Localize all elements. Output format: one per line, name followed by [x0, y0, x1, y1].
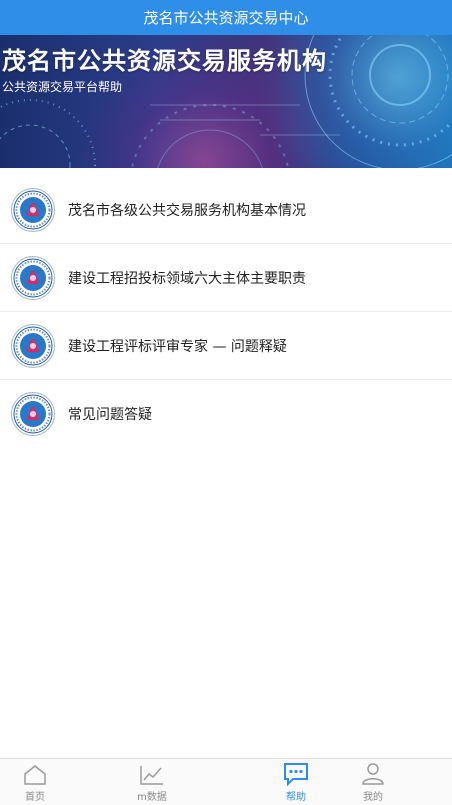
banner-title: 茂名市公共资源交易服务机构: [2, 47, 327, 75]
tab-data-label: m数据: [137, 792, 167, 803]
chart-icon: [140, 766, 163, 785]
tab-mine-label: 我的: [363, 792, 383, 803]
maoming-logo-icon: [11, 391, 55, 436]
tab-data[interactable]: m数据: [117, 759, 187, 805]
list-item[interactable]: 常见问题答疑: [0, 380, 452, 447]
tab-home-label: 首页: [25, 792, 45, 803]
list-item[interactable]: 建设工程评标评审专家 — 问题释疑: [0, 312, 452, 380]
list-item-label: 茂名市各级公共交易服务机构基本情况: [68, 202, 306, 219]
list-item-label: 常见问题答疑: [68, 406, 152, 423]
maoming-logo-icon: [11, 323, 55, 368]
home-icon: [24, 765, 46, 785]
list-item-label: 建设工程评标评审专家 — 问题释疑: [68, 338, 287, 355]
list-item[interactable]: 茂名市各级公共交易服务机构基本情况: [0, 176, 452, 244]
chat-icon: [284, 763, 308, 786]
tab-home[interactable]: 首页: [0, 759, 70, 805]
banner-subtitle: 公共资源交易平台帮助: [2, 80, 123, 94]
list-item-label: 建设工程招投标领域六大主体主要职责: [68, 270, 306, 287]
app-header: 茂名市公共资源交易中心: [0, 0, 452, 35]
banner: 茂名市公共资源交易服务机构 公共资源交易平台帮助: [0, 35, 452, 168]
tab-help[interactable]: 帮助: [261, 759, 331, 805]
maoming-logo-icon: [11, 187, 55, 232]
help-list: 茂名市各级公共交易服务机构基本情况 建设工程招投标领域六大主体主要职责 建设工程…: [0, 176, 452, 447]
bottom-tab-bar: 首页 m数据 帮助 我的: [0, 758, 452, 805]
tab-mine[interactable]: 我的: [338, 759, 408, 805]
tab-help-label: 帮助: [286, 792, 306, 803]
list-item[interactable]: 建设工程招投标领域六大主体主要职责: [0, 244, 452, 312]
header-title: 茂名市公共资源交易中心: [143, 9, 309, 27]
maoming-logo-icon: [11, 255, 55, 300]
user-icon: [362, 763, 384, 785]
